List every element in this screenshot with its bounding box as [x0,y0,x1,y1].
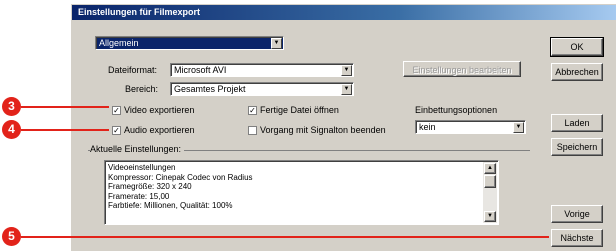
export-audio-label: Audio exportieren [124,125,195,135]
chevron-down-icon[interactable]: ▼ [341,84,352,95]
cancel-button[interactable]: Abbrechen [551,63,603,81]
callout-line-5 [21,236,549,238]
file-format-select[interactable]: Microsoft AVI ▼ [170,63,354,77]
chevron-down-icon[interactable]: ▼ [341,65,352,76]
section-dropdown-value: Allgemein [99,38,139,48]
save-button[interactable]: Speichern [551,138,603,156]
next-button[interactable]: Nächste [551,229,603,247]
export-audio-checkbox[interactable]: ✓ [112,126,121,135]
scroll-down-arrow-icon[interactable]: ▼ [484,211,496,222]
chevron-down-icon[interactable]: ▼ [271,38,282,49]
previous-button[interactable]: Vorige [551,205,603,223]
embed-options-value: kein [419,122,436,132]
current-settings-label: Aktuelle Einstellungen: [90,143,185,155]
scroll-thumb[interactable] [484,175,496,188]
export-video-checkbox[interactable]: ✓ [112,106,121,115]
scroll-up-arrow-icon[interactable]: ▲ [484,163,496,174]
range-label: Bereich: [125,84,159,94]
ok-button[interactable]: OK [550,37,604,57]
file-format-label: Dateiformat: [108,65,158,75]
window-title: Einstellungen für Filmexport [72,5,616,20]
callout-line-3 [21,106,109,108]
beep-label: Vorgang mit Signalton beenden [260,125,386,135]
export-video-label: Video exportieren [124,105,195,115]
embed-options-select[interactable]: kein ▼ [415,120,526,134]
open-file-label: Fertige Datei öffnen [260,105,339,115]
embed-options-label: Einbettungsoptionen [415,105,498,115]
file-format-value: Microsoft AVI [174,65,227,75]
callout-marker-4: 4 [2,120,21,139]
callout-line-4 [21,129,109,131]
callout-marker-3: 3 [2,97,21,116]
callout-marker-5: 5 [2,227,21,246]
edit-settings-button[interactable]: Einstellungen bearbeiten [403,61,521,77]
beep-checkbox[interactable] [248,126,257,135]
current-settings-textarea[interactable]: Videoeinstellungen Kompressor: Cinepak C… [104,160,499,225]
open-file-checkbox[interactable]: ✓ [248,106,257,115]
range-value: Gesamtes Projekt [174,84,246,94]
load-button[interactable]: Laden [551,114,603,132]
chevron-down-icon[interactable]: ▼ [513,122,524,133]
section-dropdown[interactable]: Allgemein ▼ [95,36,284,50]
range-select[interactable]: Gesamtes Projekt ▼ [170,82,354,96]
